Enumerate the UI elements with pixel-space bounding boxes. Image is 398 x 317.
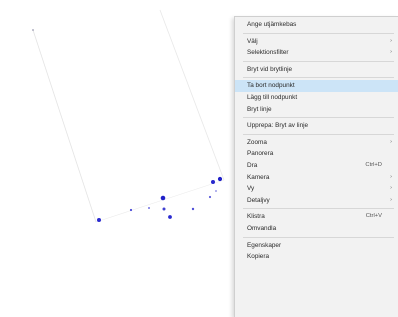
menu-item-ta-bort-nodpunkt[interactable]: Ta bort nodpunkt (235, 80, 398, 92)
vertex-point[interactable] (215, 190, 217, 192)
menu-item-label: Ange utjämkebas (247, 21, 297, 28)
menu-item-valj[interactable]: Välj › (235, 36, 398, 48)
menu-item-kamera[interactable]: Kamera › (235, 172, 398, 184)
menu-item-label: Omvandla (247, 224, 277, 232)
chevron-right-icon: › (390, 196, 392, 203)
vertex-point[interactable] (129, 208, 133, 212)
menu-item-zooma[interactable]: Zooma › (235, 137, 398, 149)
vertex-point[interactable] (217, 176, 223, 182)
menu-item-dra[interactable]: Dra Ctrl+D (235, 160, 398, 172)
menu-separator (243, 133, 394, 135)
menu-item-vy[interactable]: Vy › (235, 183, 398, 195)
menu-item-label: Ta bort nodpunkt (247, 82, 295, 90)
menu-item-label: Panorera (247, 150, 274, 158)
menu-item-egenskaper[interactable]: Egenskaper (235, 240, 398, 252)
menu-item-upprepa-bryt-av-linje[interactable]: Upprepa: Bryt av linje (235, 120, 398, 132)
construction-line (32, 29, 97, 223)
menu-item-label: Kopiera (247, 253, 270, 261)
menu-item-klistra[interactable]: Klistra Ctrl+V (235, 211, 398, 223)
chevron-right-icon: › (390, 185, 392, 192)
menu-item-bryt-vid-brytlinje[interactable]: Bryt vid brytlinje (235, 64, 398, 76)
menu-item-label: Välj (247, 37, 258, 45)
vertex-point[interactable] (208, 195, 212, 199)
vertex-point[interactable] (160, 195, 166, 201)
menu-item-detaljvy[interactable]: Detaljvy › (235, 195, 398, 207)
menu-separator (243, 32, 394, 34)
menu-separator (243, 208, 394, 210)
menu-item-label: Vy (247, 185, 255, 193)
menu-item-label: Zooma (247, 138, 267, 146)
menu-item-shortcut: Ctrl+D (365, 161, 382, 168)
menu-item-bryt-linje[interactable]: Bryt linje (235, 104, 398, 116)
vertex-point[interactable] (32, 29, 34, 31)
menu-item-kopiera[interactable]: Kopiera (235, 251, 398, 263)
menu-item-selektionsfilter[interactable]: Selektionsfilter › (235, 47, 398, 59)
construction-line (159, 9, 225, 181)
menu-item-label: Egenskaper (247, 241, 282, 249)
menu-item-label: Detaljvy (247, 196, 270, 204)
vertex-point[interactable] (211, 180, 215, 184)
vertex-point[interactable] (168, 215, 172, 219)
menu-item-label: Upprepa: Bryt av linje (247, 122, 309, 130)
chevron-right-icon: › (390, 138, 392, 145)
menu-item-label: Bryt vid brytlinje (247, 65, 293, 73)
chevron-right-icon: › (390, 173, 392, 180)
chevron-right-icon: › (390, 49, 392, 56)
menu-item-label: Lägg till nodpunkt (247, 93, 298, 101)
vertex-point[interactable] (97, 218, 101, 222)
construction-line (95, 179, 225, 223)
menu-item-lagg-till-nodpunkt[interactable]: Lägg till nodpunkt (235, 92, 398, 104)
chevron-right-icon: › (390, 37, 392, 44)
menu-item-label: Dra (247, 161, 258, 169)
menu-item-ange-utjamkebas[interactable]: Ange utjämkebas (235, 19, 398, 31)
application-window: Ange utjämkebas Välj › Selektionsfilter › Bry… (0, 0, 398, 317)
menu-item-omvandla[interactable]: Omvandla (235, 223, 398, 235)
menu-separator (243, 77, 394, 79)
menu-item-label: Bryt linje (247, 105, 272, 113)
menu-separator (243, 60, 394, 62)
menu-item-shortcut: Ctrl+V (365, 213, 382, 220)
menu-item-label: Kamera (247, 173, 270, 181)
vertex-point[interactable] (148, 207, 150, 209)
menu-separator (243, 236, 394, 238)
menu-item-panorera[interactable]: Panorera (235, 148, 398, 160)
vertex-point[interactable] (191, 207, 195, 211)
context-menu: Ange utjämkebas Välj › Selektionsfilter › Bry… (234, 16, 398, 317)
menu-item-label: Selektionsfilter (247, 49, 289, 57)
menu-item-label: Klistra (247, 213, 265, 221)
menu-separator (243, 117, 394, 119)
vertex-point[interactable] (162, 207, 166, 211)
